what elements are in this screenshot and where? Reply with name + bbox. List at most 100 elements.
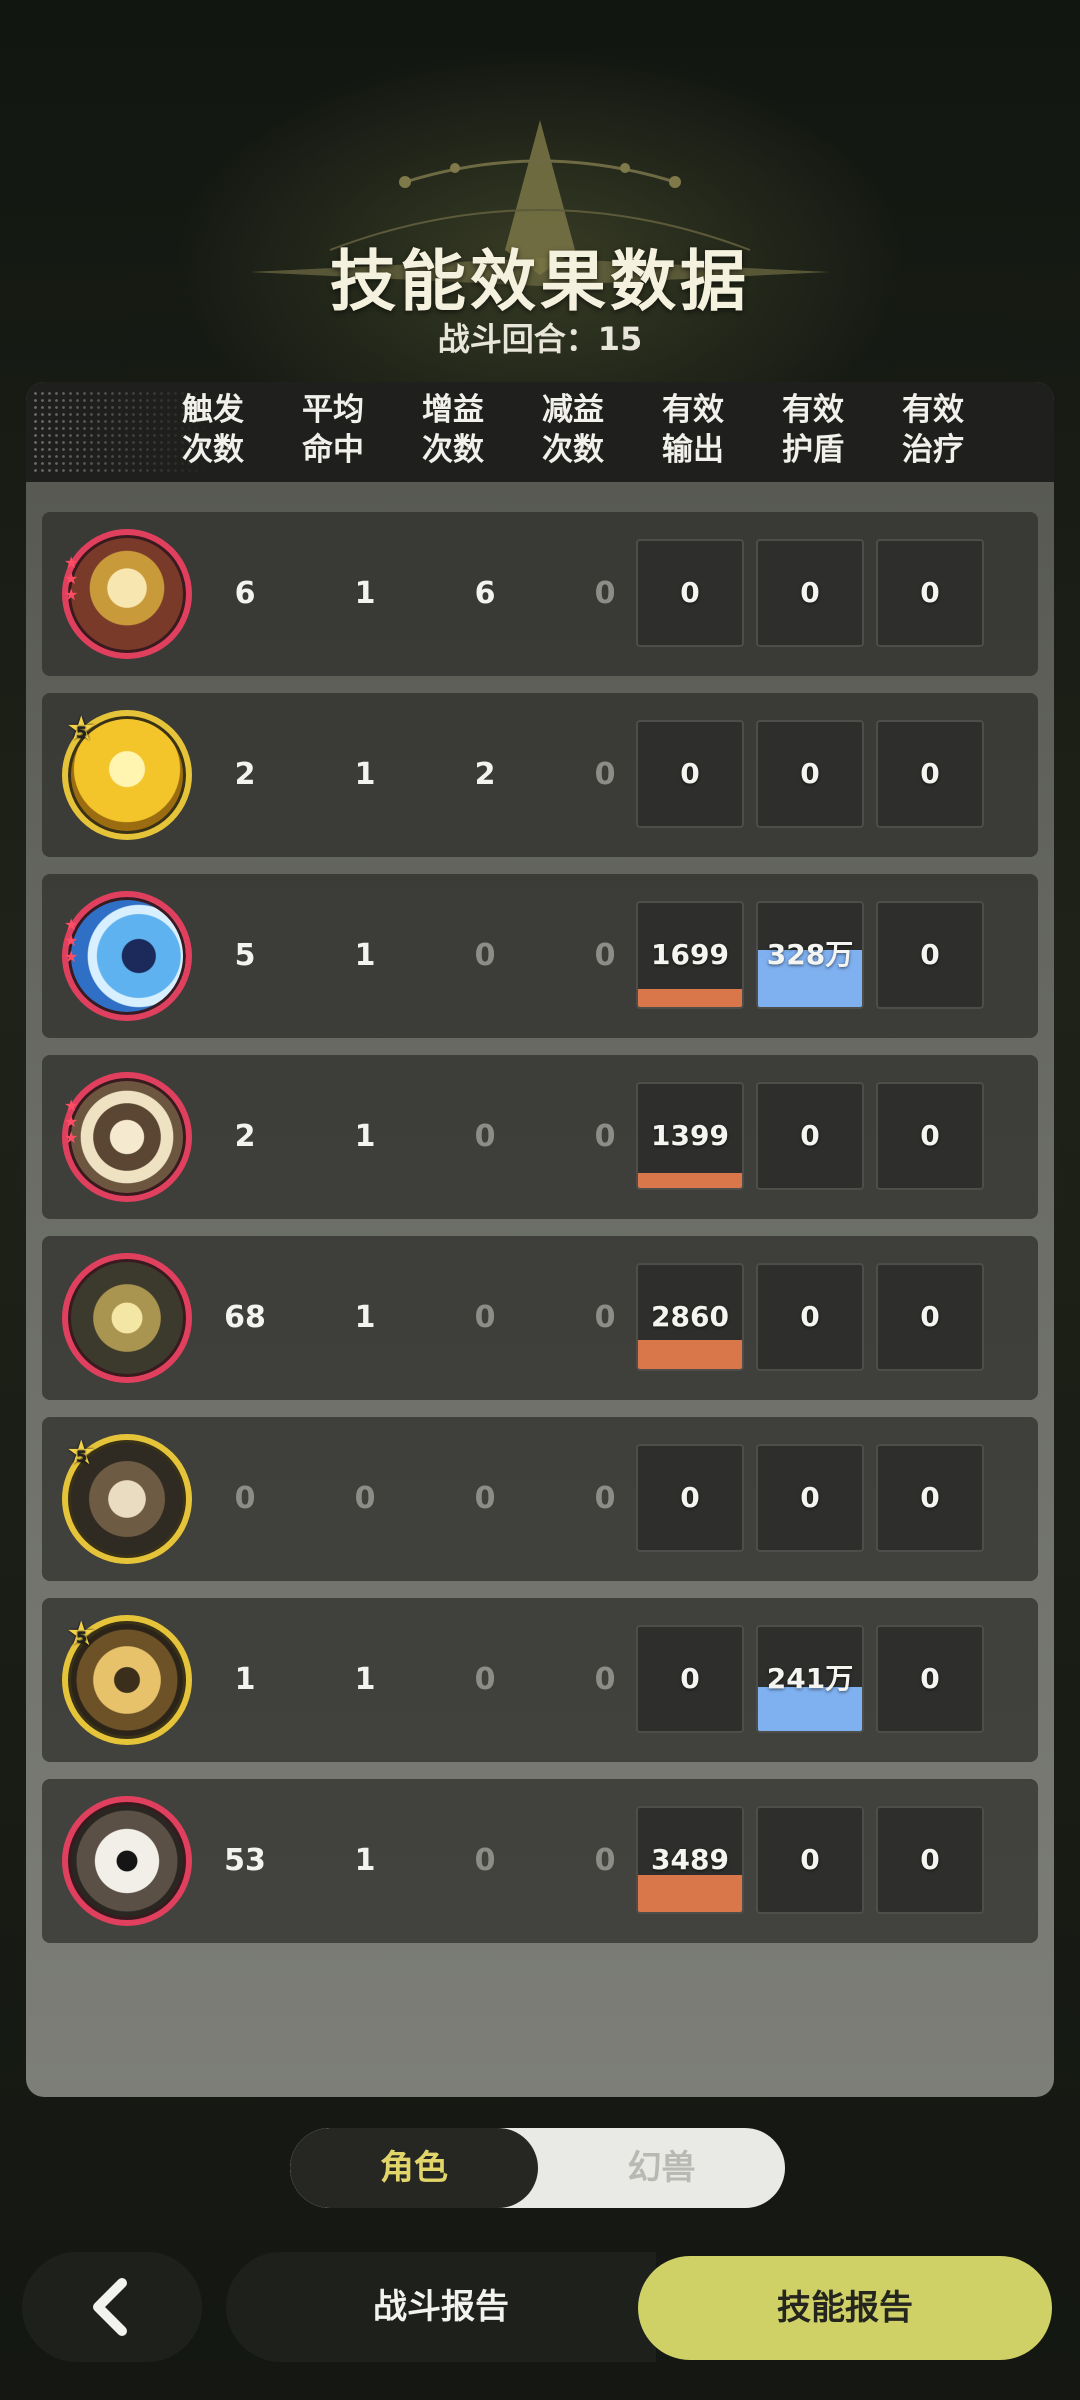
box-value: 1399万 [651,1119,729,1152]
table-row: ★★★51001699万328万0 [42,874,1038,1038]
skill-report-button[interactable]: 技能报告 [638,2256,1052,2360]
trigger-count: 2 [234,1119,256,1154]
skill-golden-ring-icon[interactable]: ★ 5 [62,1615,192,1745]
box-value: 0 [920,757,940,790]
box-value: 0 [800,576,820,609]
effective-heal-box: 0 [876,901,984,1009]
header-effective-shield: 有效 护盾 [782,392,844,468]
effective-heal-box: 0 [876,1263,984,1371]
avg-hit: 1 [354,576,376,611]
box-value: 2860万 [651,1300,729,1333]
buff-count: 0 [474,1481,496,1516]
avg-hit: 1 [354,938,376,973]
box-value: 0 [800,757,820,790]
effective-heal-box: 0 [876,1082,984,1190]
table-row: ★ 5 1 1 0 0 0 241万 0 [42,1598,1038,1762]
red-stars-icon: ★ ★ ★ [64,915,79,966]
table-row: ★ ★ ★ 6 1 6 0 0 0 0 [42,512,1038,676]
header-debuff-count: 减益 次数 [542,392,604,468]
box-value: 328万 [766,938,854,971]
effective-output-box: 3489万 [636,1806,744,1914]
box-value: 0 [680,1481,700,1514]
buff-count: 0 [474,1119,496,1154]
box-value: 0 [920,1119,940,1152]
battle-rounds: 战斗回合：15 [437,320,643,358]
skill-diamond-rune-icon[interactable]: ★ ★ ★ [62,529,192,659]
table-row: ★ 5 2 1 2 0 0 0 0 [42,693,1038,857]
skill-hexagon-shield-icon[interactable] [62,1253,192,1383]
table-row: ★ 5 0 0 0 0 0 0 0 [42,1417,1038,1581]
chevron-left-icon [93,2278,127,2336]
trigger-count: 1 [234,1662,256,1697]
effective-heal-box: 0 [876,1806,984,1914]
trigger-count: 2 [234,757,256,792]
skill-dragon-swirl-icon[interactable]: ★ 5 [62,1434,192,1564]
box-value: 241万 [766,1662,854,1695]
effective-output-box: 2860万 [636,1263,744,1371]
trigger-count: 53 [224,1843,266,1878]
back-button[interactable] [22,2252,202,2362]
trigger-count: 68 [224,1300,266,1335]
effective-shield-box: 0 [756,539,864,647]
red-stars-icon: ★ ★ ★ [64,1096,79,1147]
skill-golden-flame-icon[interactable]: ★ 5 [62,710,192,840]
skill-sand-vortex-icon[interactable]: ★ ★ ★ [62,1072,192,1202]
box-value: 3489万 [651,1843,729,1876]
toggle-beast[interactable]: 幻兽 [538,2128,785,2208]
toggle-role[interactable]: 角色 [290,2128,538,2208]
box-value: 0 [680,757,700,790]
box-value: 0 [920,938,940,971]
trigger-count: 0 [234,1481,256,1516]
page-title: 技能效果数据 [330,243,750,320]
effective-output-box: 0 [636,539,744,647]
box-value: 0 [920,1843,940,1876]
star-badge-icon: ★ 5 [66,709,97,749]
effective-shield-box: 328万 [756,901,864,1009]
box-value: 0 [800,1481,820,1514]
effective-output-box: 1699万 [636,901,744,1009]
box-value: 0 [680,576,700,609]
buff-count: 2 [474,757,496,792]
avg-hit: 1 [354,1119,376,1154]
effective-shield-box: 241万 [756,1625,864,1733]
header-effective-heal: 有效 治疗 [902,392,964,468]
effective-output-box: 1399万 [636,1082,744,1190]
star-badge-icon: ★ 5 [66,1614,97,1654]
effective-heal-box: 0 [876,1625,984,1733]
avg-hit: 1 [354,1843,376,1878]
role-beast-toggle[interactable]: 角色 幻兽 [290,2128,785,2208]
star-badge-icon: ★ 5 [66,1433,97,1473]
header-buff-count: 增益 次数 [422,392,484,468]
box-value: 0 [920,1481,940,1514]
effective-shield-box: 0 [756,1082,864,1190]
effective-heal-box: 0 [876,720,984,828]
effective-output-box: 0 [636,1625,744,1733]
buff-count: 6 [474,576,496,611]
effective-shield-box: 0 [756,1806,864,1914]
box-value: 1699万 [651,938,729,971]
table-header: 触发 次数 平均 命中 增益 次数 减益 次数 有效 输出 有效 护盾 有效 治疗 [26,382,1054,482]
effective-heal-box: 0 [876,1444,984,1552]
effective-shield-box: 0 [756,1444,864,1552]
buff-count: 0 [474,938,496,973]
buff-count: 0 [474,1300,496,1335]
red-stars-icon: ★ ★ ★ [64,553,79,604]
battle-report-button[interactable]: 战斗报告 [226,2252,656,2362]
box-value: 0 [800,1119,820,1152]
header-trigger-count: 触发 次数 [182,392,244,468]
avg-hit: 1 [354,757,376,792]
effective-heal-box: 0 [876,539,984,647]
table-row: ★★★21001399万00 [42,1055,1038,1219]
avg-hit: 1 [354,1300,376,1335]
box-value: 0 [920,1662,940,1695]
box-value: 0 [920,576,940,609]
skill-blue-wave-icon[interactable]: ★ ★ ★ [62,891,192,1021]
box-value: 0 [800,1300,820,1333]
trigger-count: 5 [234,938,256,973]
effective-shield-box: 0 [756,1263,864,1371]
skill-white-spiral-icon[interactable] [62,1796,192,1926]
buff-count: 0 [474,1662,496,1697]
trigger-count: 6 [234,576,256,611]
avg-hit: 0 [354,1481,376,1516]
box-value: 0 [680,1662,700,1695]
